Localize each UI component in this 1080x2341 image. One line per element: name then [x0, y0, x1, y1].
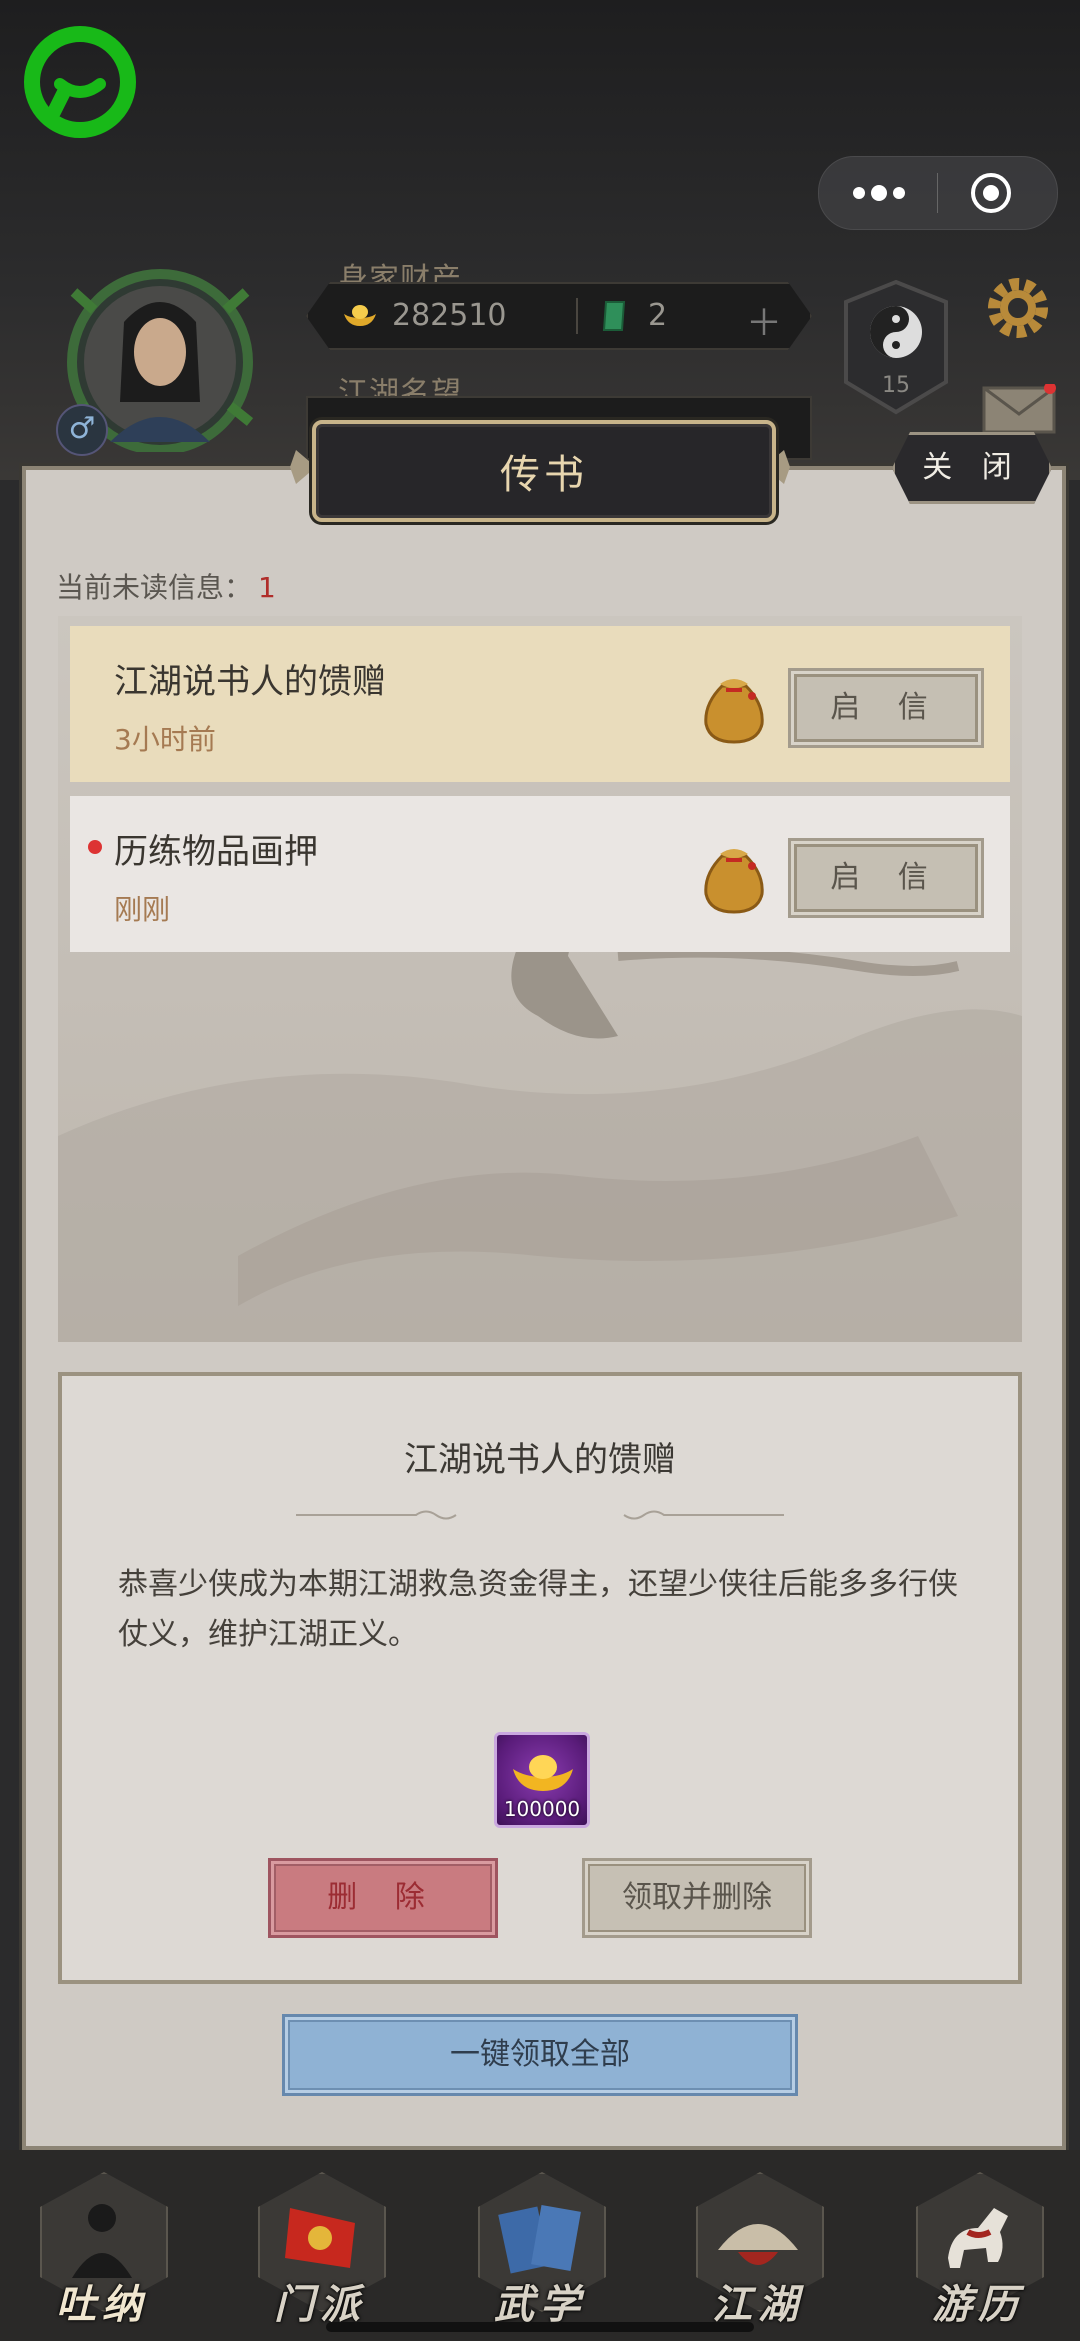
gear-icon[interactable] — [982, 272, 1054, 344]
nav-label: 吐纳 — [56, 2281, 148, 2328]
more-options-icon[interactable] — [849, 179, 909, 207]
wealth-separator — [576, 298, 578, 334]
mail-item-item-signing[interactable]: 历练物品画押 刚刚 启 信 — [70, 796, 1010, 952]
mail-detail-panel: 江湖说书人的馈赠 恭喜少侠成为本期江湖救急资金得主，还望少侠往后能多多行侠仗义，… — [58, 1372, 1022, 1984]
jade-ticket-icon — [600, 300, 628, 332]
chat-bubble-logo-icon[interactable] — [24, 26, 136, 138]
mail-time: 刚刚 — [114, 893, 171, 926]
rank-level: 15 — [882, 373, 910, 398]
detail-body: 恭喜少侠成为本期江湖救急资金得主，还望少侠往后能多多行侠仗义，维护江湖正义。 — [118, 1567, 958, 1652]
gold-ingot-icon — [342, 300, 378, 330]
gold-pouch-icon — [704, 679, 764, 744]
nav-item-travel[interactable]: 游历 — [908, 2172, 1048, 2328]
mail-list[interactable]: 江湖说书人的馈赠 3小时前 启 信 历练物品画押 刚刚 启 信 — [58, 616, 1022, 1342]
mail-title: 历练物品画押 — [114, 832, 318, 872]
nav-item-sect[interactable]: 门派 — [250, 2172, 390, 2328]
yin-yang-rank-badge-icon[interactable]: 15 — [834, 262, 958, 432]
open-mail-button[interactable]: 启 信 — [788, 838, 984, 918]
unread-label: 当前未读信息： — [56, 571, 253, 604]
unread-count: 1 — [258, 571, 276, 604]
jade-amount: 2 — [648, 298, 668, 333]
close-miniprogram-icon[interactable] — [969, 171, 1013, 215]
gold-ingot-icon — [513, 1755, 573, 1791]
close-button[interactable]: 关 闭 — [892, 432, 1052, 504]
home-indicator — [326, 2322, 754, 2332]
mail-item-storyteller-gift[interactable]: 江湖说书人的馈赠 3小时前 启 信 — [70, 626, 1010, 782]
open-mail-button[interactable]: 启 信 — [788, 668, 984, 748]
claim-and-delete-button[interactable]: 领取并删除 — [582, 1858, 812, 1938]
decorative-divider — [296, 1510, 784, 1520]
dialog-title-plate: 传书 — [312, 420, 776, 522]
mail-icon[interactable] — [982, 384, 1056, 436]
claim-all-button[interactable]: 一键领取全部 — [282, 2014, 798, 2096]
add-currency-icon[interactable]: ＋ — [746, 294, 782, 346]
reward-quantity: 100000 — [503, 1797, 581, 1821]
delete-button[interactable]: 删 除 — [268, 1858, 498, 1938]
dialog-title: 传书 — [500, 452, 588, 498]
nav-label: 游历 — [932, 2281, 1024, 2328]
wealth-bar: 282510 2 ＋ — [306, 282, 812, 350]
gold-pouch-icon — [704, 849, 764, 914]
unread-info: 当前未读信息： 1 — [56, 566, 276, 606]
gold-amount: 282510 — [392, 298, 507, 333]
bottom-navigation: 吐纳 门派 武学 江湖 游历 — [0, 2150, 1080, 2341]
detail-title: 江湖说书人的馈赠 — [404, 1440, 676, 1480]
reward-item[interactable]: 100000 — [494, 1732, 590, 1828]
capsule-divider — [937, 173, 938, 213]
nav-item-meditation[interactable]: 吐纳 — [32, 2172, 172, 2328]
nav-item-martial-arts[interactable]: 武学 — [470, 2172, 610, 2328]
mail-time: 3小时前 — [114, 723, 216, 756]
nav-item-jianghu[interactable]: 江湖 — [688, 2172, 828, 2328]
unread-dot — [88, 840, 102, 854]
mini-program-capsule — [818, 156, 1058, 230]
male-gender-icon: ♂ — [56, 404, 108, 456]
mail-title: 江湖说书人的馈赠 — [114, 662, 386, 702]
